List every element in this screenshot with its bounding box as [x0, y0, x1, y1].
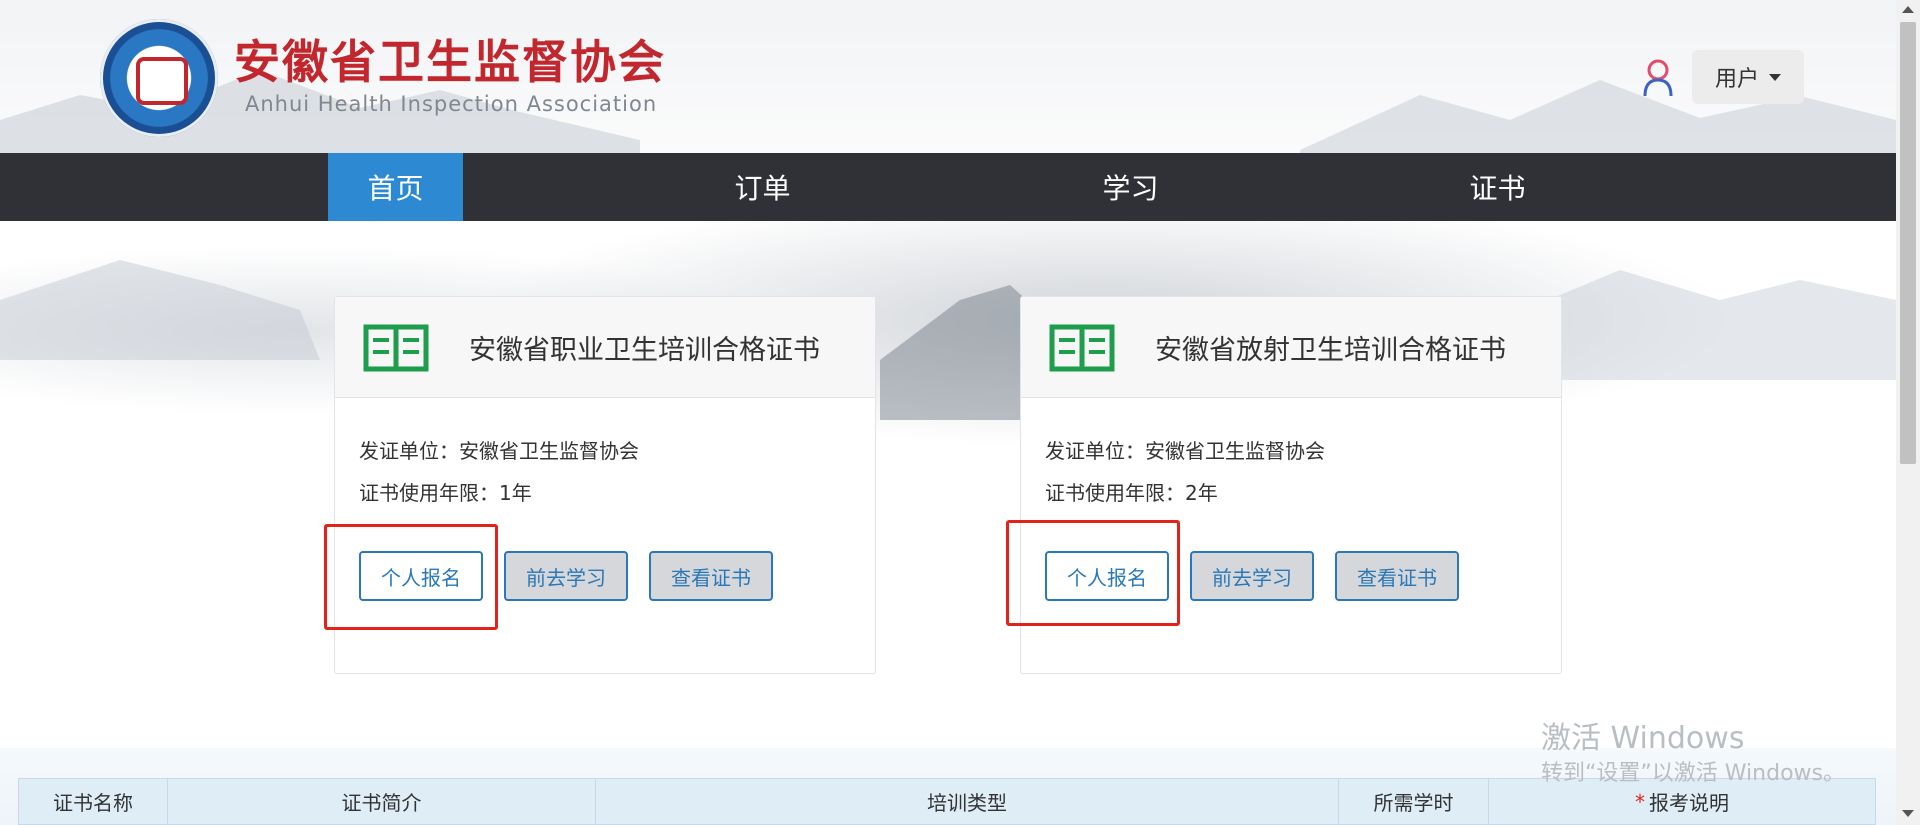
nav-certificates[interactable]: 证书 — [1435, 153, 1560, 221]
user-icon[interactable] — [1641, 58, 1675, 98]
nav-certificates-label: 证书 — [1469, 172, 1526, 205]
scroll-down-arrow-icon[interactable] — [1902, 810, 1914, 817]
view-certificate-button[interactable]: 查看证书 — [1335, 551, 1459, 601]
study-button[interactable]: 前去学习 — [504, 551, 628, 601]
card-title: 安徽省放射卫生培训合格证书 — [1155, 335, 1506, 366]
nav-study-label: 学习 — [1102, 172, 1159, 205]
page: 安徽省卫生监督协会 Anhui Health Inspection Associ… — [0, 0, 1896, 825]
view-certificate-button[interactable]: 查看证书 — [649, 551, 773, 601]
card-title: 安徽省职业卫生培训合格证书 — [469, 335, 820, 366]
card-validity: 证书使用年限：1年 — [359, 481, 532, 505]
association-seal-logo — [100, 19, 218, 137]
column-header: 所需学时 — [1339, 779, 1489, 824]
book-icon — [363, 324, 429, 372]
card-issuer: 发证单位：安徽省卫生监督协会 — [1045, 439, 1325, 463]
card-header: 安徽省职业卫生培训合格证书 — [335, 297, 875, 398]
windows-activation-subtitle: 转到“设置”以激活 Windows。 — [1541, 761, 1845, 786]
nav-study[interactable]: 学习 — [1068, 153, 1193, 221]
scroll-up-arrow-icon[interactable] — [1902, 6, 1914, 13]
caret-down-icon — [1769, 73, 1781, 81]
scroll-thumb[interactable] — [1900, 22, 1916, 464]
column-header: 证书名称 — [19, 779, 168, 824]
card-issuer: 发证单位：安徽省卫生监督协会 — [359, 439, 639, 463]
nav-orders-label: 订单 — [734, 172, 791, 205]
column-header: 报考说明 — [1649, 791, 1729, 815]
brand-title-en: Anhui Health Inspection Association — [245, 92, 658, 116]
study-button[interactable]: 前去学习 — [1190, 551, 1314, 601]
user-menu-button[interactable]: 用户 — [1692, 50, 1804, 104]
site-header: 安徽省卫生监督协会 Anhui Health Inspection Associ… — [0, 0, 1896, 153]
column-header: 证书简介 — [168, 779, 596, 824]
nav-orders[interactable]: 订单 — [700, 153, 825, 221]
required-mark: * — [1635, 789, 1645, 814]
nav-home-label: 首页 — [367, 172, 424, 205]
register-highlight-box — [324, 524, 498, 630]
user-menu-label: 用户 — [1714, 67, 1759, 92]
nav-home[interactable]: 首页 — [328, 153, 463, 221]
card-header: 安徽省放射卫生培训合格证书 — [1021, 297, 1561, 398]
column-header: 培训类型 — [596, 779, 1339, 824]
book-icon — [1049, 324, 1115, 372]
windows-activation-title: 激活 Windows — [1541, 721, 1745, 756]
register-highlight-box — [1006, 520, 1180, 626]
card-validity: 证书使用年限：2年 — [1045, 481, 1218, 505]
brand-title-cn: 安徽省卫生监督协会 — [234, 35, 666, 89]
vertical-scrollbar[interactable] — [1896, 0, 1920, 825]
main-nav: 首页 订单 学习 证书 — [0, 153, 1896, 221]
